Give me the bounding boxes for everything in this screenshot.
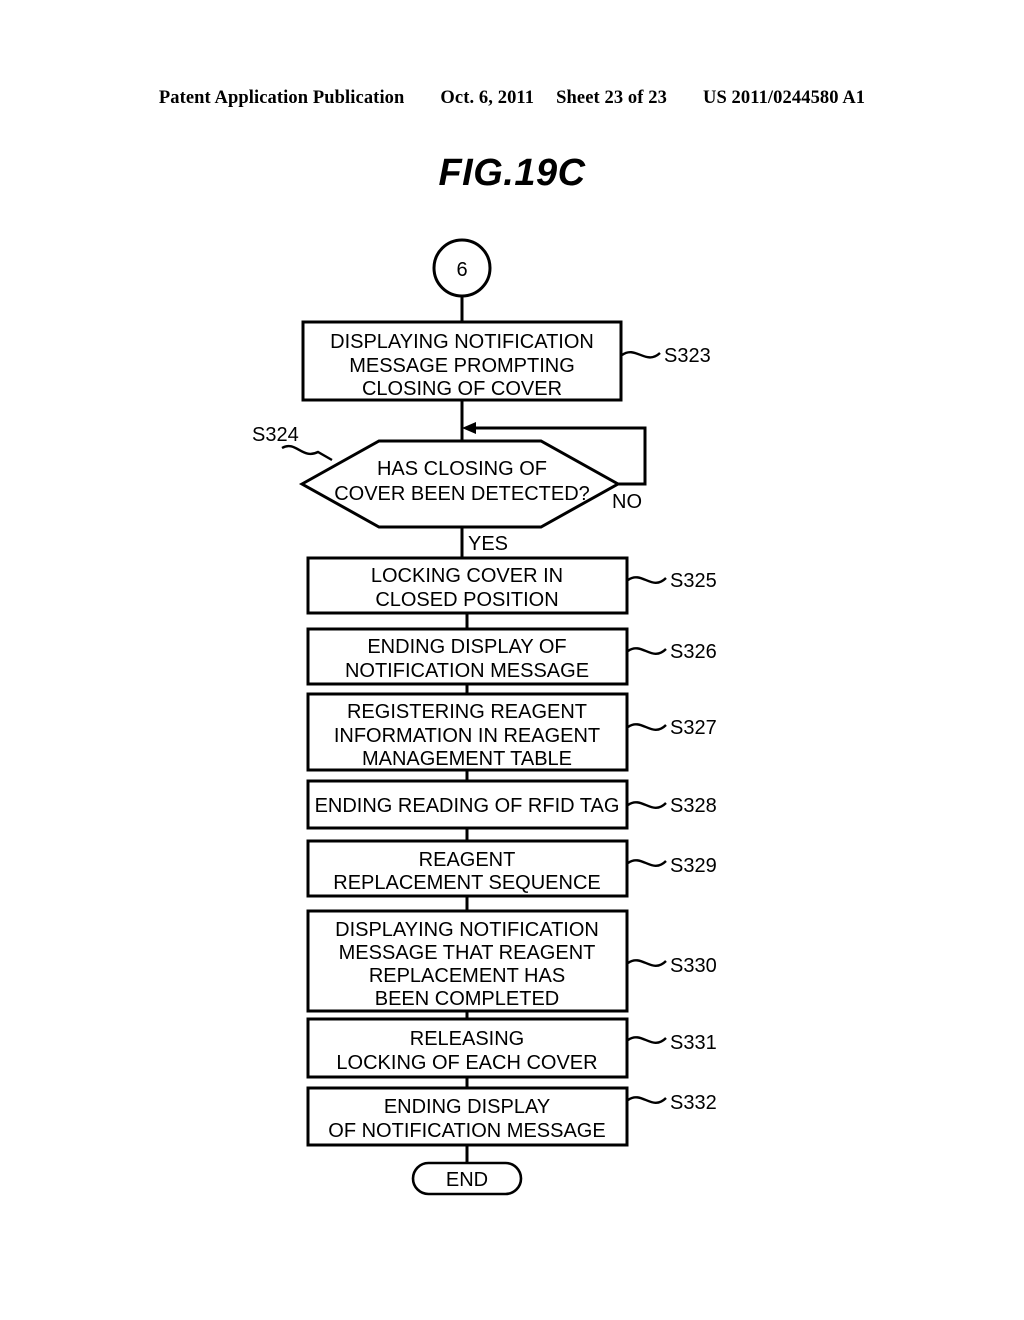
leader-line-s326 — [627, 647, 667, 656]
process-node-s330-line1: DISPLAYING NOTIFICATION — [335, 919, 599, 941]
process-node-s327-line3: MANAGEMENT TABLE — [362, 748, 572, 770]
leader-line-s332 — [627, 1096, 667, 1105]
leader-line-s325 — [627, 576, 667, 585]
process-node-s329-line2: REPLACEMENT SEQUENCE — [333, 872, 600, 894]
terminator-node-end-label: END — [446, 1169, 488, 1191]
process-node-s323-line1: DISPLAYING NOTIFICATION — [330, 331, 594, 353]
leader-line-s330 — [627, 959, 667, 968]
leader-line-s323 — [621, 351, 661, 359]
branch-label-no: NO — [612, 491, 642, 513]
decision-node-s324-line2: COVER BEEN DETECTED? — [334, 483, 590, 505]
process-node-s325-line1: LOCKING COVER IN — [371, 565, 563, 587]
process-node-s330-line4: BEEN COMPLETED — [375, 988, 559, 1010]
process-node-s323-line3: CLOSING OF COVER — [362, 378, 562, 400]
step-label-s329: S329 — [670, 855, 717, 877]
process-node-s332-line2: OF NOTIFICATION MESSAGE — [328, 1120, 605, 1142]
step-label-s330: S330 — [670, 955, 717, 977]
process-node-s331-line1: RELEASING — [410, 1028, 524, 1050]
leader-line-s329 — [627, 859, 667, 868]
step-label-s326: S326 — [670, 641, 717, 663]
process-node-s329-line1: REAGENT — [419, 849, 516, 871]
process-node-s323-line2: MESSAGE PROMPTING — [349, 355, 575, 377]
step-label-s331: S331 — [670, 1032, 717, 1054]
process-node-s325-line2: CLOSED POSITION — [375, 589, 558, 611]
connector-node-6-label: 6 — [456, 259, 467, 281]
leader-line-s331 — [627, 1036, 667, 1045]
step-label-s332: S332 — [670, 1092, 717, 1114]
process-node-s326-line2: NOTIFICATION MESSAGE — [345, 660, 589, 682]
step-label-s325: S325 — [670, 570, 717, 592]
step-label-s328: S328 — [670, 795, 717, 817]
process-node-s331-line2: LOCKING OF EACH COVER — [336, 1052, 597, 1074]
step-label-s323: S323 — [664, 345, 711, 367]
process-node-s330-line2: MESSAGE THAT REAGENT — [339, 942, 596, 964]
process-node-s327-line1: REGISTERING REAGENT — [347, 701, 587, 723]
process-node-s328-line1: ENDING READING OF RFID TAG — [315, 795, 620, 817]
process-node-s326-line1: ENDING DISPLAY OF — [367, 636, 566, 658]
process-node-s330-line3: REPLACEMENT HAS — [369, 965, 565, 987]
step-label-s327: S327 — [670, 717, 717, 739]
process-node-s327-line2: INFORMATION IN REAGENT — [334, 725, 600, 747]
process-node-s332-line1: ENDING DISPLAY — [384, 1096, 550, 1118]
step-label-s324: S324 — [252, 424, 299, 446]
arrowhead-no-loop — [462, 422, 476, 434]
leader-line-s327 — [627, 723, 667, 732]
decision-node-s324-line1: HAS CLOSING OF — [377, 458, 547, 480]
patent-drawing-page: Patent Application Publication Oct. 6, 20… — [0, 0, 1024, 1320]
branch-label-yes: YES — [468, 533, 508, 555]
flowchart-diagram: 6 DISPLAYING NOTIFICATION MESSAGE PROMPT… — [252, 238, 717, 1196]
leader-line-s328 — [627, 801, 667, 810]
leader-line-s324 — [281, 445, 333, 462]
